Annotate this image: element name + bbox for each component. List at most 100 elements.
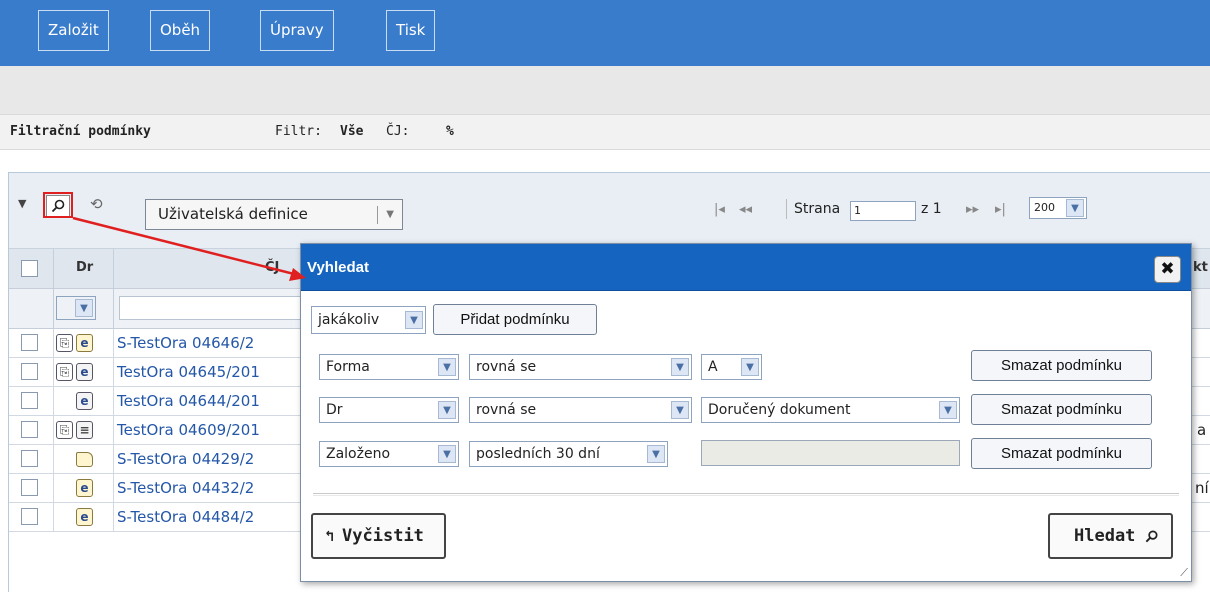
clear-button[interactable]: ↰ Vyčistit (311, 513, 446, 559)
col-divider (113, 387, 114, 416)
first-page-icon[interactable]: |◂ (714, 202, 725, 217)
document-icon: ≡ (76, 421, 93, 439)
cj-link[interactable]: TestOra 04645/201 (117, 363, 260, 381)
attachment-icon: ⎘ (56, 334, 73, 352)
cj-link[interactable]: S-TestOra 04484/2 (117, 508, 254, 526)
match-mode-value: jakákoliv (318, 312, 380, 328)
row-checkbox[interactable] (21, 363, 38, 380)
col-divider (113, 474, 114, 503)
remove-condition-button[interactable]: Smazat podmínku (971, 350, 1152, 381)
condition-value-select[interactable]: Doručený dokument ▼ (701, 397, 960, 423)
tisk-button[interactable]: Tisk (386, 10, 436, 51)
dr-filter-select[interactable]: ▼ (56, 296, 96, 320)
row-extra-text: ní (1195, 479, 1209, 497)
col-divider (53, 249, 54, 289)
grid-toolbar: ▼ ⟲ Uživatelská definice ▼ |◂ ◂◂ Strana … (9, 173, 1210, 249)
page-size-value: 200 (1034, 201, 1055, 214)
col-divider (53, 289, 54, 329)
search-button-label: Hledat (1074, 526, 1136, 546)
col-divider (53, 445, 54, 474)
row-checkbox[interactable] (21, 508, 38, 525)
condition-value-input (701, 440, 960, 466)
e-document-folder-icon: e (76, 334, 93, 352)
condition-operator-value: rovná se (476, 402, 537, 418)
condition-operator-select[interactable]: rovná se ▼ (469, 354, 692, 380)
col-divider (53, 474, 54, 503)
column-header-dr[interactable]: Dr (76, 260, 93, 275)
match-mode-select[interactable]: jakákoliv ▼ (311, 306, 426, 334)
chevron-down-icon: ▼ (939, 401, 957, 419)
search-button[interactable]: Hledat (1048, 513, 1173, 559)
prev-page-icon[interactable]: ◂◂ (739, 202, 752, 217)
cj-link[interactable]: TestOra 04644/201 (117, 392, 260, 410)
cj-link[interactable]: S-TestOra 04432/2 (117, 479, 254, 497)
condition-field-select[interactable]: Založeno ▼ (319, 441, 459, 467)
condition-value-select[interactable]: A ▼ (701, 354, 762, 380)
refresh-icon[interactable]: ⟲ (90, 195, 103, 213)
row-checkbox[interactable] (21, 421, 38, 438)
col-divider (113, 358, 114, 387)
folder-icon (76, 452, 93, 467)
column-header-partial[interactable]: kt (1193, 260, 1208, 275)
upravy-button[interactable]: Úpravy (260, 10, 334, 51)
condition-field-value: Založeno (326, 446, 391, 462)
add-condition-button[interactable]: Přidat podmínku (433, 304, 597, 335)
remove-condition-button[interactable]: Smazat podmínku (971, 394, 1152, 425)
close-icon[interactable]: ✖ (1154, 256, 1181, 283)
e-document-icon: e (76, 363, 93, 381)
select-divider (377, 206, 378, 224)
condition-value: A (708, 359, 718, 375)
page-size-select[interactable]: 200 ▼ (1029, 197, 1087, 219)
page-label: Strana (794, 201, 841, 217)
cj-value: % (446, 124, 454, 139)
e-document-folder-icon: e (76, 479, 93, 497)
row-checkbox[interactable] (21, 334, 38, 351)
attachment-icon: ⎘ (56, 363, 73, 381)
select-all-checkbox[interactable] (21, 260, 38, 277)
col-divider (53, 387, 54, 416)
search-dialog: Vyhledat ✖ jakákoliv ▼ Přidat podmínku F… (300, 243, 1192, 582)
page-count: z 1 (921, 201, 942, 217)
last-page-icon[interactable]: ▸| (995, 202, 1006, 217)
cj-link[interactable]: TestOra 04609/201 (117, 421, 260, 439)
row-checkbox[interactable] (21, 479, 38, 496)
top-toolbar: Založit Oběh Úpravy Tisk (0, 0, 1210, 66)
column-header-cj[interactable]: ČJ (265, 260, 279, 275)
collapse-arrow-icon[interactable]: ▼ (18, 197, 26, 210)
condition-operator-select[interactable]: posledních 30 dní ▼ (469, 441, 668, 467)
col-divider (113, 329, 114, 358)
condition-value: Doručený dokument (708, 402, 851, 418)
cj-link[interactable]: S-TestOra 04429/2 (117, 450, 254, 468)
view-definition-select[interactable]: Uživatelská definice ▼ (145, 199, 403, 230)
annotation-highlight-box (43, 192, 73, 218)
col-divider (113, 503, 114, 532)
cj-filter-input[interactable] (119, 296, 305, 320)
chevron-down-icon: ▼ (741, 358, 759, 376)
condition-field-select[interactable]: Dr ▼ (319, 397, 459, 423)
cj-link[interactable]: S-TestOra 04646/2 (117, 334, 254, 352)
pager-divider (786, 199, 787, 219)
attachment-icon: ⎘ (56, 421, 73, 439)
chevron-down-icon: ▼ (671, 358, 689, 376)
col-divider (53, 503, 54, 532)
chevron-down-icon: ▼ (1066, 199, 1084, 217)
zalozit-button[interactable]: Založit (38, 10, 109, 51)
dialog-title-bar[interactable]: Vyhledat (301, 244, 1191, 291)
next-page-icon[interactable]: ▸▸ (966, 202, 979, 217)
view-definition-value: Uživatelská definice (158, 205, 308, 223)
obeh-button[interactable]: Oběh (150, 10, 211, 51)
filter-conditions-title: Filtrační podmínky (10, 124, 151, 139)
search-icon (1145, 530, 1158, 543)
secondary-band (0, 66, 1210, 114)
row-checkbox[interactable] (21, 450, 38, 467)
condition-field-select[interactable]: Forma ▼ (319, 354, 459, 380)
e-document-folder-icon: e (76, 508, 93, 526)
row-checkbox[interactable] (21, 392, 38, 409)
undo-icon: ↰ (325, 527, 335, 545)
page-input[interactable]: 1 (850, 201, 916, 221)
condition-operator-select[interactable]: rovná se ▼ (469, 397, 692, 423)
chevron-down-icon: ▼ (438, 401, 456, 419)
e-document-icon: e (76, 392, 93, 410)
remove-condition-button[interactable]: Smazat podmínku (971, 438, 1152, 469)
resize-handle-icon[interactable]: ⟋ (1180, 566, 1188, 580)
